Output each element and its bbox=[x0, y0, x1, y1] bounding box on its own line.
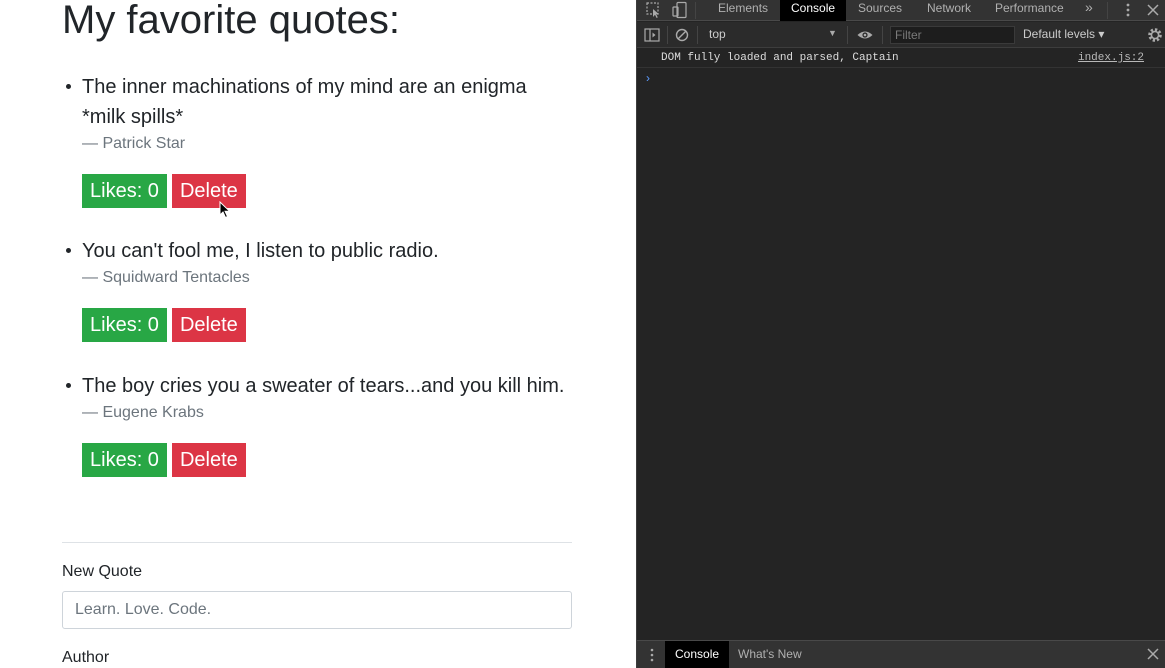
new-quote-input[interactable] bbox=[62, 591, 572, 629]
toolbar-separator bbox=[847, 26, 848, 44]
kebab-menu-icon[interactable] bbox=[1119, 1, 1137, 19]
quote-text: The boy cries you a sweater of tears...a… bbox=[82, 375, 565, 397]
web-page: My favorite quotes: The inner machinatio… bbox=[0, 0, 636, 668]
quote-actions: Likes: 0 Delete bbox=[82, 308, 582, 342]
gear-icon[interactable] bbox=[1146, 26, 1164, 44]
console-output: DOM fully loaded and parsed, Captain ind… bbox=[637, 49, 1165, 639]
quote-list: The inner machinations of my mind are an… bbox=[62, 72, 582, 506]
quote-item: The boy cries you a sweater of tears...a… bbox=[62, 371, 582, 506]
tab-elements[interactable]: Elements bbox=[707, 0, 779, 21]
device-toolbar-icon[interactable] bbox=[671, 1, 689, 19]
console-toolbar: top ▼ Default levels ▾ bbox=[637, 22, 1165, 48]
quote-actions: Likes: 0 Delete bbox=[82, 443, 582, 477]
tab-performance[interactable]: Performance bbox=[984, 0, 1075, 21]
toolbar-separator bbox=[697, 26, 698, 44]
log-levels-dropdown[interactable]: Default levels ▾ bbox=[1023, 27, 1104, 41]
drawer-menu-icon[interactable] bbox=[649, 647, 655, 663]
quote-actions: Likes: 0 Delete bbox=[82, 174, 582, 208]
inspect-element-icon[interactable] bbox=[645, 1, 663, 19]
toolbar-separator bbox=[667, 26, 668, 44]
tab-sources[interactable]: Sources bbox=[847, 0, 913, 21]
likes-button[interactable]: Likes: 0 bbox=[82, 308, 167, 342]
tab-console[interactable]: Console bbox=[780, 0, 847, 21]
toolbar-separator bbox=[882, 26, 883, 44]
likes-button[interactable]: Likes: 0 bbox=[82, 443, 167, 477]
clear-console-icon[interactable] bbox=[673, 26, 691, 44]
close-devtools-icon[interactable] bbox=[1144, 1, 1162, 19]
quote-text: You can't fool me, I listen to public ra… bbox=[82, 240, 439, 262]
tabbar-separator bbox=[695, 2, 696, 19]
drawer-tab-whats-new[interactable]: What's New bbox=[728, 641, 812, 668]
page-title: My favorite quotes: bbox=[62, 0, 400, 42]
quote-author: — Eugene Krabs bbox=[82, 404, 204, 421]
delete-button[interactable]: Delete bbox=[171, 443, 246, 477]
drawer-tab-console[interactable]: Console bbox=[665, 641, 730, 668]
console-prompt[interactable]: › bbox=[646, 71, 650, 85]
sidebar-toggle-icon[interactable] bbox=[643, 26, 661, 44]
close-drawer-icon[interactable] bbox=[1146, 647, 1160, 661]
quote-item: The inner machinations of my mind are an… bbox=[62, 72, 582, 236]
quote-author: — Patrick Star bbox=[82, 135, 186, 152]
delete-button[interactable]: Delete bbox=[171, 174, 246, 208]
mouse-pointer-icon bbox=[219, 201, 231, 219]
console-log-line: DOM fully loaded and parsed, Captain ind… bbox=[637, 49, 1165, 68]
context-selector[interactable]: top bbox=[709, 27, 726, 41]
more-tabs-icon[interactable]: » bbox=[1074, 0, 1104, 21]
devtools-panel: Elements Console Sources Network Perform… bbox=[636, 0, 1165, 668]
console-filter-input[interactable] bbox=[890, 26, 1015, 44]
quote-item: You can't fool me, I listen to public ra… bbox=[62, 236, 582, 371]
log-source-link[interactable]: index.js:2 bbox=[1078, 52, 1144, 64]
devtools-drawer: Console What's New bbox=[637, 640, 1165, 668]
eye-icon[interactable] bbox=[856, 26, 874, 44]
quote-text: The inner machinations of my mind are an… bbox=[82, 76, 527, 128]
new-quote-label: New Quote bbox=[62, 563, 143, 580]
quote-author: — Squidward Tentacles bbox=[82, 269, 250, 286]
form-divider bbox=[62, 542, 572, 543]
delete-button[interactable]: Delete bbox=[171, 308, 246, 342]
tab-network[interactable]: Network bbox=[916, 0, 982, 21]
tabbar-separator bbox=[1107, 2, 1108, 19]
devtools-tabbar: Elements Console Sources Network Perform… bbox=[637, 0, 1165, 21]
log-message: DOM fully loaded and parsed, Captain bbox=[661, 52, 899, 64]
chevron-down-icon: ▼ bbox=[828, 28, 837, 38]
likes-button[interactable]: Likes: 0 bbox=[82, 174, 167, 208]
author-label: Author bbox=[62, 649, 110, 666]
